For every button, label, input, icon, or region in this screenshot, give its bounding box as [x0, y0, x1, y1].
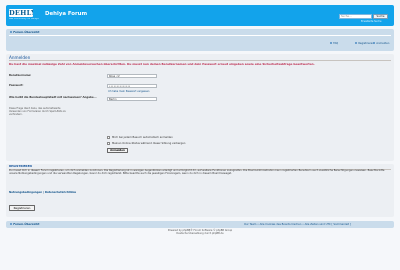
navbar — [6, 29, 394, 51]
register-link[interactable]: Registrieren — [355, 42, 374, 45]
password-label: Passwort: — [9, 84, 24, 87]
autologin-label: Mich bei jedem Besuch automatisch anmeld… — [112, 136, 173, 139]
register-text: Du musst dich in diesem Forum registrier… — [9, 169, 385, 175]
register-button[interactable]: Registrieren — [9, 205, 35, 211]
advanced-search-link[interactable]: Erweiterte Suche — [361, 20, 381, 23]
security-question-explain: Diese Frage dient dazu, das automatisier… — [9, 107, 66, 116]
register-title: REGISTRIEREN — [9, 164, 32, 168]
breadcrumb[interactable]: Forum-Übersicht — [10, 30, 40, 34]
terms-links[interactable]: Nutzungsbedingungen | Datenschutzrichtli… — [9, 191, 76, 194]
copyright: Powered by phpBB® Forum Software © phpBB… — [0, 229, 400, 236]
register-label: Registrieren — [358, 42, 374, 46]
navbar-divider — [9, 35, 391, 36]
hide-online-checkbox[interactable] — [107, 142, 110, 145]
forgot-password-link[interactable]: Ich habe mein Passwort vergessen — [108, 90, 149, 93]
security-answer-field[interactable]: Berlin — [107, 97, 157, 101]
search-button[interactable]: Suche — [373, 14, 388, 19]
login-label: Anmelden — [376, 42, 390, 46]
footer-links[interactable]: Our Team • Alle Cookies des Boards lösch… — [244, 223, 351, 226]
username-field[interactable]: Rose_c2 — [107, 74, 157, 78]
autologin-checkbox[interactable] — [107, 136, 110, 139]
site-logo[interactable]: DEHLYA — [9, 9, 33, 17]
faq-link[interactable]: FAQ — [330, 42, 338, 45]
faq-label: FAQ — [333, 42, 339, 46]
security-question-label: Wie heißt die Bundeshauptstadt mit nachw… — [9, 96, 97, 99]
login-link[interactable]: Anmelden — [373, 42, 389, 45]
login-title-rule — [9, 60, 391, 61]
footer-home-label: Forum-Übersicht — [13, 222, 40, 227]
password-field[interactable]: •••••••••••••• — [107, 84, 157, 88]
username-label: Benutzername: — [9, 74, 32, 77]
error-message: Du hast die maximal zulässige Zahl von A… — [9, 62, 315, 66]
login-button[interactable]: Anmelden — [107, 148, 128, 153]
site-tagline: Das Community für Dehlya — [9, 18, 39, 20]
breadcrumb-home[interactable]: Forum-Übersicht — [13, 30, 39, 34]
footer-home-link[interactable]: Forum-Übersicht — [10, 223, 40, 226]
site-title: Dehlya Forum — [45, 11, 88, 17]
hide-online-label: Meinen Online-Status während dieser Sitz… — [112, 142, 186, 145]
search-input[interactable]: Suche… — [339, 14, 372, 19]
translation-credit: Deutsche Übersetzung durch phpBB.de — [176, 231, 224, 235]
